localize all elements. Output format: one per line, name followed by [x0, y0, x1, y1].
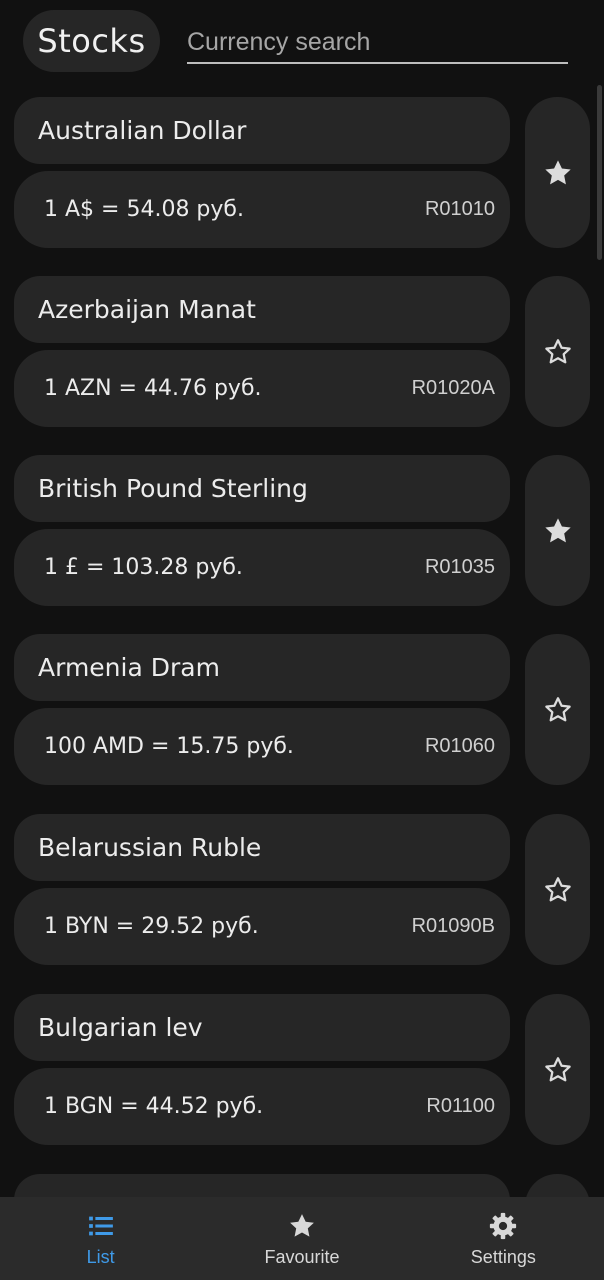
currency-name[interactable]: Australian Dollar — [14, 97, 510, 164]
currency-rate-row[interactable]: 1 AZN = 44.76 руб. R01020A — [14, 350, 510, 427]
currency-list[interactable]: Australian Dollar 1 A$ = 54.08 руб. R010… — [0, 97, 604, 1197]
star-outline-icon — [544, 338, 571, 363]
currency-item: British Pound Sterling 1 £ = 103.28 руб.… — [14, 455, 590, 606]
nav-label-list: List — [86, 1247, 115, 1267]
search-input[interactable] — [187, 22, 568, 64]
star-outline-icon — [544, 696, 571, 721]
nav-label-favourite: Favourite — [264, 1247, 340, 1267]
currency-item: Bulgarian lev 1 BGN = 44.52 руб. R01100 — [14, 994, 590, 1145]
star-filled-icon — [544, 159, 571, 184]
currency-rate-row[interactable]: 1 BGN = 44.52 руб. R01100 — [14, 1068, 510, 1145]
currency-rate: 1 BYN = 29.52 руб. — [44, 914, 259, 939]
star-outline-icon — [544, 876, 571, 901]
currency-rate-row[interactable]: 1 £ = 103.28 руб. R01035 — [14, 529, 510, 606]
currency-rate-row[interactable]: 100 AMD = 15.75 руб. R01060 — [14, 708, 510, 785]
currency-code: R01090B — [411, 915, 495, 937]
currency-rate: 1 A$ = 54.08 руб. — [44, 197, 244, 222]
list-icon — [88, 1216, 113, 1236]
currency-name[interactable]: British Pound Sterling — [14, 455, 510, 522]
currency-code: R01020A — [411, 377, 495, 399]
currency-item: Belarussian Ruble 1 BYN = 29.52 руб. R01… — [14, 814, 590, 965]
favourite-button-partial[interactable] — [525, 1174, 590, 1197]
currency-name[interactable]: Belarussian Ruble — [14, 814, 510, 881]
favourite-button[interactable] — [525, 455, 590, 606]
currency-name-partial[interactable] — [14, 1174, 510, 1197]
currency-item: Azerbaijan Manat 1 AZN = 44.76 руб. R010… — [14, 276, 590, 427]
currency-item: Armenia Dram 100 AMD = 15.75 руб. R01060 — [14, 634, 590, 785]
bottom-navigation: List Favourite Settings — [0, 1197, 604, 1280]
currency-item-partial — [14, 1174, 590, 1197]
currency-code: R01100 — [426, 1095, 495, 1117]
star-icon — [290, 1214, 314, 1237]
currency-code: R01035 — [424, 556, 495, 578]
star-outline-icon — [544, 1056, 571, 1081]
favourite-button[interactable] — [525, 97, 590, 248]
currency-item: Australian Dollar 1 A$ = 54.08 руб. R010… — [14, 97, 590, 248]
star-filled-icon — [544, 517, 571, 542]
currency-name[interactable]: Azerbaijan Manat — [14, 276, 510, 343]
app-header: Stocks — [0, 0, 604, 88]
nav-item-settings[interactable]: Settings — [403, 1197, 604, 1280]
currency-code: R01010 — [424, 198, 495, 220]
currency-name[interactable]: Armenia Dram — [14, 634, 510, 701]
favourite-button[interactable] — [525, 814, 590, 965]
currency-rate-row[interactable]: 1 A$ = 54.08 руб. R01010 — [14, 171, 510, 248]
nav-item-favourite[interactable]: Favourite — [201, 1197, 402, 1280]
nav-label-settings: Settings — [470, 1247, 536, 1267]
gear-icon — [490, 1212, 517, 1240]
currency-rate: 1 AZN = 44.76 руб. — [44, 376, 262, 401]
currency-rate: 1 BGN = 44.52 руб. — [44, 1094, 264, 1119]
favourite-button[interactable] — [525, 634, 590, 785]
currency-rate: 1 £ = 103.28 руб. — [44, 555, 243, 580]
page-title: Stocks — [23, 10, 160, 72]
currency-code: R01060 — [424, 735, 495, 757]
nav-item-list[interactable]: List — [0, 1197, 201, 1280]
scrollbar[interactable] — [597, 85, 602, 260]
favourite-button[interactable] — [525, 994, 590, 1145]
currency-rate-row[interactable]: 1 BYN = 29.52 руб. R01090B — [14, 888, 510, 965]
favourite-button[interactable] — [525, 276, 590, 427]
currency-name[interactable]: Bulgarian lev — [14, 994, 510, 1061]
currency-rate: 100 AMD = 15.75 руб. — [44, 734, 294, 759]
